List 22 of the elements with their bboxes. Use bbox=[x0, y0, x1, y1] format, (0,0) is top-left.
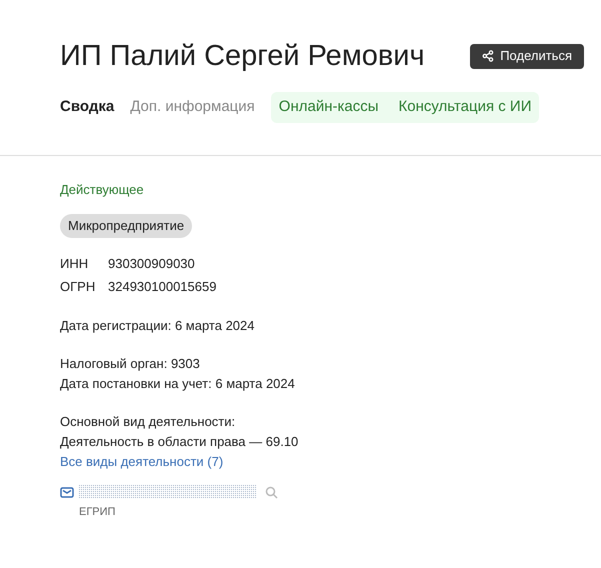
search-icon[interactable] bbox=[265, 486, 278, 498]
tab[interactable]: Консультация с ИИ bbox=[398, 96, 532, 119]
id-value: 930300909030 bbox=[108, 255, 196, 273]
id-value: 324930100015659 bbox=[108, 278, 216, 296]
tax-info: Налоговый орган: 9303 bbox=[60, 355, 201, 373]
tab[interactable]: Доп. информация bbox=[130, 96, 255, 119]
source-label: ЕГРИП bbox=[79, 505, 116, 520]
all-activities-link[interactable]: Все виды деятельности (7) bbox=[60, 454, 224, 469]
status-text: Действующее bbox=[60, 181, 145, 199]
main-activity: Деятельность в области права — 69.10 bbox=[60, 433, 300, 451]
tab[interactable]: Онлайн-кассы bbox=[278, 96, 379, 119]
id-label: ОГРН bbox=[60, 278, 96, 296]
tab[interactable]: Сводка bbox=[60, 96, 114, 119]
size-tag: Микропредприятие bbox=[60, 214, 192, 238]
share-button[interactable]: Поделиться bbox=[470, 44, 584, 68]
activity-heading: Основной вид деятельности: bbox=[60, 413, 236, 431]
mail-icon bbox=[60, 486, 74, 498]
tax-info: Дата постановки на учет: 6 марта 2024 bbox=[60, 375, 296, 393]
share-icon bbox=[482, 50, 494, 62]
registration-date: Дата регистрации: 6 марта 2024 bbox=[60, 317, 256, 335]
id-label: ИНН bbox=[60, 255, 90, 273]
company-title: ИП Палий Сергей Ремович bbox=[60, 39, 425, 74]
